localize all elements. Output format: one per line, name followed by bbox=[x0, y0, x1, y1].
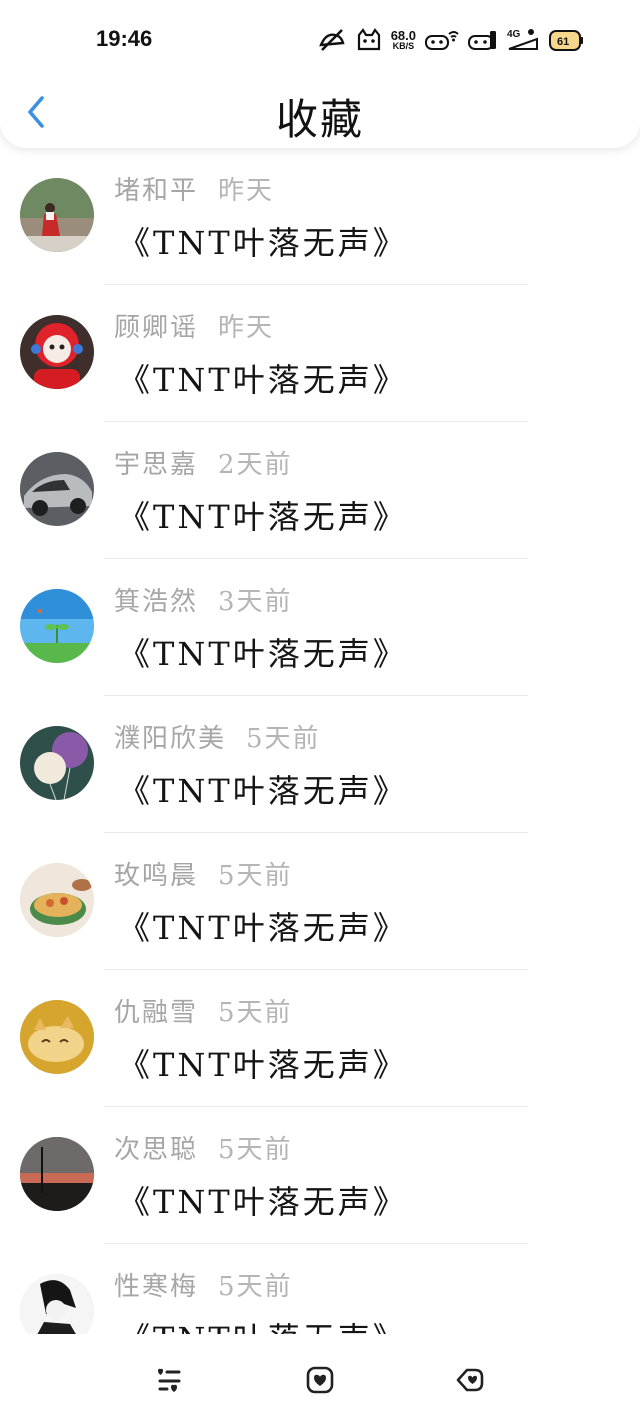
user-name: 次思聪 bbox=[114, 1135, 199, 1165]
network-type-label: 4G bbox=[507, 29, 521, 40]
time-label: 3天前 bbox=[218, 587, 293, 617]
user-name: 玫鸣晨 bbox=[114, 861, 199, 891]
song-title: 《TNT叶落无声》 bbox=[118, 772, 408, 810]
avatar bbox=[20, 589, 94, 663]
name-row: 箕浩然 3天前 bbox=[114, 581, 293, 618]
svg-text:61: 61 bbox=[557, 36, 569, 48]
time-label: 5天前 bbox=[246, 724, 321, 754]
status-icons: 68.0 KB/S 4G 61 bbox=[317, 26, 584, 54]
list-item[interactable]: 濮阳欣美 5天前 《TNT叶落无声》 bbox=[0, 696, 640, 833]
name-row: 顾卿谣 昨天 bbox=[114, 307, 274, 344]
user-name: 性寒梅 bbox=[114, 1272, 199, 1302]
header: 19:46 68.0 KB/S 4G 61 收藏 bbox=[0, 0, 640, 148]
heart-tag-button[interactable] bbox=[454, 1364, 486, 1396]
user-name: 濮阳欣美 bbox=[114, 724, 227, 754]
user-name: 箕浩然 bbox=[114, 587, 199, 617]
heart-box-button[interactable] bbox=[304, 1364, 336, 1396]
name-row: 宇思嘉 2天前 bbox=[114, 444, 293, 481]
net-speed: 68.0 KB/S bbox=[391, 29, 416, 51]
song-title: 《TNT叶落无声》 bbox=[118, 498, 408, 536]
avatar bbox=[20, 452, 94, 526]
list-item[interactable]: 宇思嘉 2天前 《TNT叶落无声》 bbox=[0, 422, 640, 559]
name-row: 玫鸣晨 5天前 bbox=[114, 855, 293, 892]
status-time: 19:46 bbox=[96, 26, 153, 51]
song-title: 《TNT叶落无声》 bbox=[118, 1314, 408, 1334]
avatar bbox=[20, 1137, 94, 1211]
time-label: 昨天 bbox=[218, 313, 275, 343]
cat-icon bbox=[356, 26, 382, 54]
name-row: 仇融雪 5天前 bbox=[114, 992, 293, 1029]
avatar bbox=[20, 1274, 94, 1334]
name-row: 性寒梅 5天前 bbox=[114, 1266, 293, 1303]
name-row: 堵和平 昨天 bbox=[114, 170, 274, 207]
time-label: 2天前 bbox=[218, 450, 293, 480]
name-row: 次思聪 5天前 bbox=[114, 1129, 293, 1166]
heart-tag-icon bbox=[456, 1368, 484, 1392]
favorites-screen: 19:46 68.0 KB/S 4G 61 收藏 堵和平 昨天 《TNT叶落无声… bbox=[0, 0, 640, 1422]
heart-box-icon bbox=[306, 1366, 334, 1394]
avatar bbox=[20, 315, 94, 389]
song-title: 《TNT叶落无声》 bbox=[118, 1046, 408, 1084]
user-name: 仇融雪 bbox=[114, 998, 199, 1028]
bottom-nav bbox=[0, 1334, 640, 1422]
battery-icon: 61 bbox=[548, 26, 584, 54]
time-label: 5天前 bbox=[218, 998, 293, 1028]
favorites-list: 堵和平 昨天 《TNT叶落无声》 顾卿谣 昨天 《TNT叶落无声》 宇思嘉 2天… bbox=[0, 148, 640, 1334]
time-label: 5天前 bbox=[218, 1272, 293, 1302]
user-name: 堵和平 bbox=[114, 176, 199, 206]
avatar bbox=[20, 726, 94, 800]
list-item[interactable]: 性寒梅 5天前 《TNT叶落无声》 bbox=[0, 1244, 640, 1334]
list-heart-button[interactable] bbox=[154, 1364, 186, 1396]
time-label: 5天前 bbox=[218, 1135, 293, 1165]
page-title: 收藏 bbox=[275, 95, 364, 144]
list-item[interactable]: 顾卿谣 昨天 《TNT叶落无声》 bbox=[0, 285, 640, 422]
song-title: 《TNT叶落无声》 bbox=[118, 635, 408, 673]
net-speed-unit: KB/S bbox=[392, 41, 415, 51]
signal-4g-icon: 4G bbox=[507, 26, 539, 54]
dnd-icon bbox=[317, 26, 347, 54]
list-item[interactable]: 玫鸣晨 5天前 《TNT叶落无声》 bbox=[0, 833, 640, 970]
list-item[interactable]: 仇融雪 5天前 《TNT叶落无声》 bbox=[0, 970, 640, 1107]
time-label: 昨天 bbox=[218, 176, 275, 206]
time-label: 5天前 bbox=[218, 861, 293, 891]
song-title: 《TNT叶落无声》 bbox=[118, 909, 408, 947]
battery-status-icon bbox=[468, 26, 498, 54]
avatar bbox=[20, 178, 94, 252]
list-item[interactable]: 箕浩然 3天前 《TNT叶落无声》 bbox=[0, 559, 640, 696]
song-title: 《TNT叶落无声》 bbox=[118, 224, 408, 262]
avatar bbox=[20, 863, 94, 937]
name-row: 濮阳欣美 5天前 bbox=[114, 718, 321, 755]
user-name: 宇思嘉 bbox=[114, 450, 199, 480]
list-heart-icon bbox=[158, 1368, 181, 1392]
list-item[interactable]: 次思聪 5天前 《TNT叶落无声》 bbox=[0, 1107, 640, 1244]
list-item[interactable]: 堵和平 昨天 《TNT叶落无声》 bbox=[0, 148, 640, 285]
song-title: 《TNT叶落无声》 bbox=[118, 361, 408, 399]
avatar bbox=[20, 1000, 94, 1074]
song-title: 《TNT叶落无声》 bbox=[118, 1183, 408, 1221]
user-name: 顾卿谣 bbox=[114, 313, 199, 343]
wifi-icon bbox=[425, 26, 459, 54]
